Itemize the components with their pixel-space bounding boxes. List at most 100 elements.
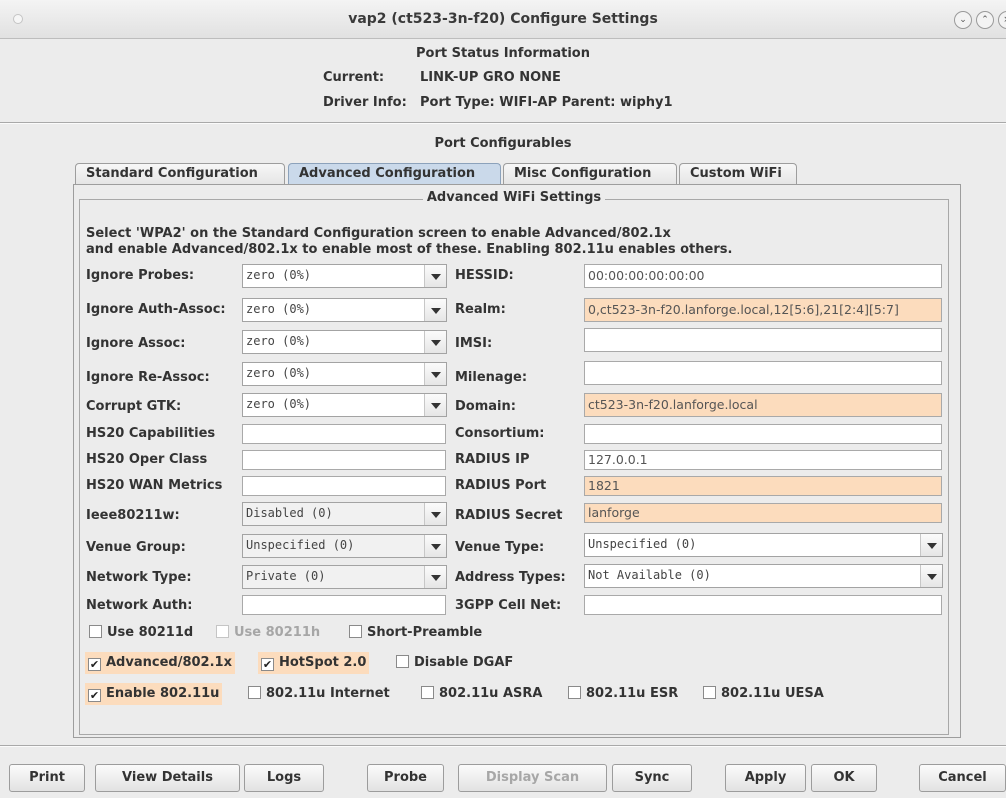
short-preamble-checkbox[interactable]: Short-Preamble [346, 622, 485, 644]
driver-info-label: Driver Info: [323, 95, 407, 110]
display-scan-button: Display Scan [458, 764, 607, 792]
checkbox-icon [421, 686, 434, 699]
use-80211h-checkbox: Use 80211h [213, 622, 323, 644]
chevron-down-icon[interactable] [424, 265, 446, 287]
milenage-label: Milenage: [455, 370, 528, 385]
radius-ip-label: RADIUS IP [455, 452, 530, 467]
disable-dgaf-checkbox[interactable]: Disable DGAF [393, 652, 516, 674]
print-button[interactable]: Print [9, 764, 85, 792]
window-title: vap2 (ct523-3n-f20) Configure Settings [348, 11, 658, 27]
chevron-down-icon[interactable] [424, 535, 446, 557]
chevron-down-icon[interactable] [424, 503, 446, 525]
use-80211d-checkbox[interactable]: Use 80211d [86, 622, 196, 644]
address-types-label: Address Types: [455, 570, 566, 585]
hessid-input[interactable]: 00:00:00:00:00:00 [584, 264, 942, 288]
ok-button[interactable]: OK [811, 764, 877, 792]
enable-80211u-checkbox[interactable]: ✔ Enable 802.11u [85, 683, 223, 705]
domain-input[interactable]: ct523-3n-f20.lanforge.local [584, 393, 942, 417]
use-80211d-label: Use 80211d [107, 625, 194, 640]
imsi-input[interactable] [584, 328, 942, 352]
sync-button[interactable]: Sync [612, 764, 692, 792]
venue-group-value: Unspecified (0) [246, 538, 355, 552]
radius-secret-input[interactable]: lanforge [584, 503, 942, 523]
address-types-value: Not Available (0) [588, 568, 711, 582]
hs20-oper-class-input[interactable] [242, 450, 446, 470]
radius-port-label: RADIUS Port [455, 478, 547, 493]
consortium-input[interactable] [584, 424, 942, 444]
view-details-button[interactable]: View Details [95, 764, 240, 792]
hessid-label: HESSID: [455, 268, 514, 283]
chevron-down-icon[interactable] [424, 566, 446, 588]
corrupt-gtk-select[interactable]: zero (0%) [242, 393, 447, 417]
chevron-down-icon[interactable] [424, 363, 446, 385]
disable-dgaf-label: Disable DGAF [414, 655, 514, 670]
advanced-8021x-label: Advanced/802.1x [106, 655, 232, 670]
advanced-8021x-checkbox[interactable]: ✔ Advanced/802.1x [85, 652, 235, 674]
ignore-reassoc-select[interactable]: zero (0%) [242, 362, 447, 386]
address-types-select[interactable]: Not Available (0) [584, 564, 943, 588]
realm-label: Realm: [455, 302, 506, 317]
port-status-heading: Port Status Information [416, 46, 590, 61]
hs20-capabilities-input[interactable] [242, 424, 446, 444]
minimize-icon[interactable]: ⌄ [954, 11, 972, 29]
chevron-down-icon[interactable] [920, 534, 942, 556]
checkbox-icon [89, 625, 102, 638]
ignore-auth-assoc-value: zero (0%) [246, 302, 312, 316]
tab-misc-configuration[interactable]: Misc Configuration [503, 163, 677, 185]
venue-group-label: Venue Group: [86, 540, 186, 555]
esr-80211u-label: 802.11u ESR [586, 686, 679, 701]
network-type-label: Network Type: [86, 570, 192, 585]
current-value: LINK-UP GRO NONE [420, 70, 561, 85]
network-type-select[interactable]: Private (0) [242, 565, 447, 589]
network-auth-input[interactable] [242, 595, 446, 615]
ignore-probes-select[interactable]: zero (0%) [242, 264, 447, 288]
ignore-assoc-label: Ignore Assoc: [86, 336, 186, 351]
checkbox-icon [248, 686, 261, 699]
checkmark-icon: ✔ [261, 658, 274, 671]
chevron-down-icon[interactable] [424, 299, 446, 321]
maximize-icon[interactable]: ⌃ [976, 11, 994, 29]
cell-net-input[interactable] [584, 595, 942, 615]
venue-type-label: Venue Type: [455, 540, 545, 555]
hs20-wan-metrics-input[interactable] [242, 476, 446, 496]
chevron-down-icon[interactable] [424, 394, 446, 416]
ignore-auth-assoc-select[interactable]: zero (0%) [242, 298, 447, 322]
chevron-down-icon[interactable] [424, 331, 446, 353]
radius-ip-input[interactable]: 127.0.0.1 [584, 450, 942, 470]
internet-80211u-checkbox[interactable]: 802.11u Internet [245, 683, 393, 705]
venue-type-value: Unspecified (0) [588, 537, 697, 551]
port-configurables-heading: Port Configurables [434, 136, 572, 151]
apply-button[interactable]: Apply [725, 764, 806, 792]
checkmark-icon: ✔ [88, 658, 101, 671]
milenage-input[interactable] [584, 361, 942, 385]
realm-input[interactable]: 0,ct523-3n-f20.lanforge.local,12[5:6],21… [584, 298, 942, 322]
probe-button[interactable]: Probe [367, 764, 444, 792]
cancel-button[interactable]: Cancel [919, 764, 1006, 792]
chevron-down-icon[interactable] [920, 565, 942, 587]
hotspot20-checkbox[interactable]: ✔ HotSpot 2.0 [258, 652, 370, 674]
tab-advanced-configuration[interactable]: Advanced Configuration [288, 163, 501, 186]
radius-port-input[interactable]: 1821 [584, 476, 942, 496]
ignore-assoc-value: zero (0%) [246, 334, 312, 348]
internet-80211u-label: 802.11u Internet [266, 686, 390, 701]
logs-button[interactable]: Logs [244, 764, 324, 792]
hs20-wan-metrics-label: HS20 WAN Metrics [86, 478, 223, 493]
domain-label: Domain: [455, 399, 516, 414]
ignore-reassoc-value: zero (0%) [246, 366, 312, 380]
venue-type-select[interactable]: Unspecified (0) [584, 533, 943, 557]
network-auth-label: Network Auth: [86, 598, 193, 613]
checkmark-icon: ✔ [88, 689, 101, 702]
venue-group-select[interactable]: Unspecified (0) [242, 534, 447, 558]
group-title: Advanced WiFi Settings [422, 190, 606, 205]
checkbox-icon [568, 686, 581, 699]
tab-custom-wifi[interactable]: Custom WiFi [679, 163, 797, 185]
tab-standard-configuration[interactable]: Standard Configuration [75, 163, 285, 185]
asra-80211u-checkbox[interactable]: 802.11u ASRA [418, 683, 545, 705]
ieee80211w-select[interactable]: Disabled (0) [242, 502, 447, 526]
ieee80211w-value: Disabled (0) [246, 506, 333, 520]
esr-80211u-checkbox[interactable]: 802.11u ESR [565, 683, 681, 705]
checkbox-icon [349, 625, 362, 638]
uesa-80211u-checkbox[interactable]: 802.11u UESA [700, 683, 827, 705]
corrupt-gtk-value: zero (0%) [246, 397, 312, 411]
ignore-assoc-select[interactable]: zero (0%) [242, 330, 447, 354]
